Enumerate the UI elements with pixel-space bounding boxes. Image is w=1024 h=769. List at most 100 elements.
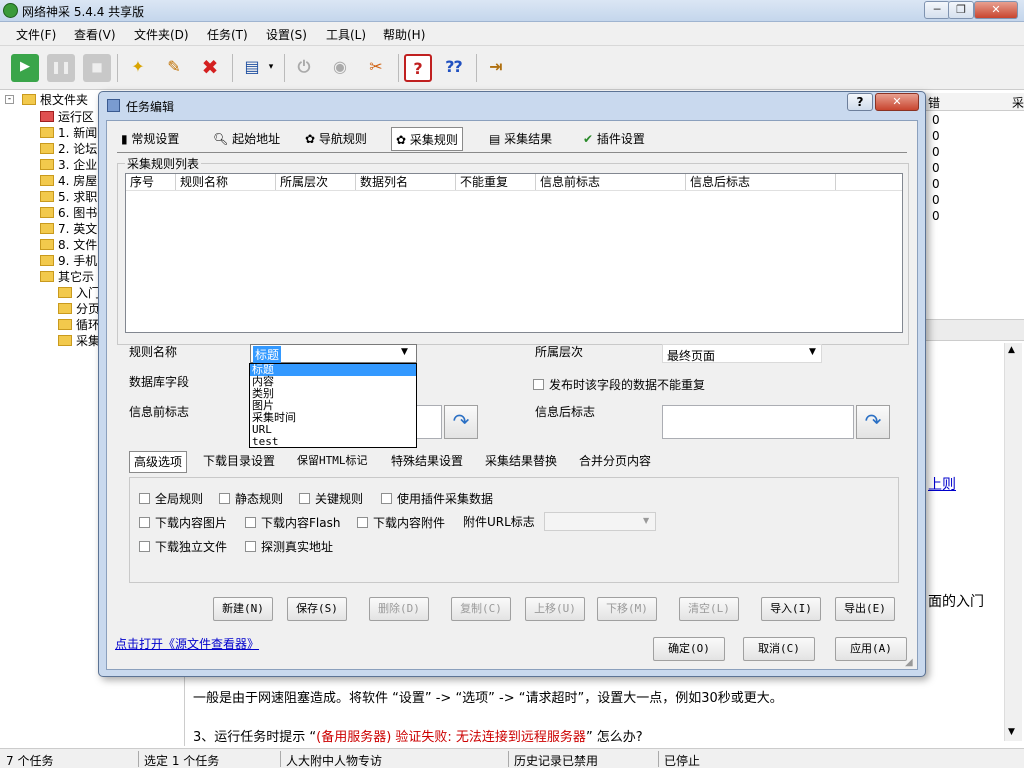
tab-navigation[interactable]: ✿ 导航规则 [305, 127, 367, 151]
copy-button[interactable]: 复制(C) [451, 597, 511, 621]
save-button[interactable]: 保存(S) [287, 597, 347, 621]
subtab-merge-pages[interactable]: 合并分页内容 [579, 451, 651, 473]
col-rule-name[interactable]: 规则名称 [176, 174, 276, 190]
minimize-button[interactable]: ─ [924, 1, 950, 19]
tree-root[interactable]: 根文件夹 [22, 92, 88, 108]
tree-item[interactable]: 5. 求职 [40, 189, 97, 205]
tree-item[interactable]: 8. 文件 [40, 237, 97, 253]
rule-name-combo[interactable]: 标题 ▼ [250, 344, 417, 363]
tree-item[interactable]: 3. 企业 [40, 157, 97, 173]
cancel-button[interactable]: 取消(C) [743, 637, 815, 661]
tree-item[interactable]: 6. 图书 [40, 205, 97, 221]
import-button[interactable]: 导入(I) [761, 597, 821, 621]
new-button[interactable]: 新建(N) [213, 597, 273, 621]
power-icon[interactable]: ⏻ [290, 54, 318, 82]
column-header-collect[interactable]: 采 [1012, 94, 1024, 111]
no-repeat-checkbox[interactable]: 发布时该字段的数据不能重复 [533, 376, 705, 393]
subtab-special-results[interactable]: 特殊结果设置 [391, 451, 463, 473]
move-up-button[interactable]: 上移(U) [525, 597, 585, 621]
move-down-button[interactable]: 下移(M) [597, 597, 657, 621]
ok-button[interactable]: 确定(O) [653, 637, 725, 661]
dialog-close-button[interactable]: ✕ [875, 93, 919, 111]
menu-task[interactable]: 任务(T) [207, 26, 248, 43]
tree-collapse-icon[interactable]: - [5, 95, 14, 104]
subtab-result-replace[interactable]: 采集结果替换 [485, 451, 557, 473]
subtab-advanced[interactable]: 高级选项 [129, 451, 188, 473]
help-link[interactable]: 上则 [928, 474, 956, 494]
export-button[interactable]: 导出(E) [835, 597, 895, 621]
suffix-insert-button[interactable]: ↷ [856, 405, 890, 439]
menu-file[interactable]: 文件(F) [16, 26, 56, 43]
rule-list-table[interactable]: 序号 规则名称 所属层次 数据列名 不能重复 信息前标志 信息后标志 [125, 173, 903, 333]
download-flash-checkbox[interactable]: 下载内容Flash [245, 514, 340, 531]
tree-item[interactable]: 9. 手机 [40, 253, 97, 269]
tab-general[interactable]: ▮ 常规设置 [121, 127, 179, 151]
chevron-down-icon[interactable]: ▼ [401, 347, 408, 357]
detect-real-url-checkbox[interactable]: 探测真实地址 [245, 538, 333, 555]
subtab-download-dir[interactable]: 下载目录设置 [203, 451, 275, 473]
save-icon[interactable]: ▤ [238, 54, 266, 82]
help-icon[interactable]: ? [404, 54, 432, 82]
suffix-input[interactable] [662, 405, 854, 439]
tree-subitem[interactable]: 循环 [58, 317, 100, 333]
clear-button[interactable]: 清空(L) [679, 597, 739, 621]
subtab-keep-html[interactable]: 保留HTML标记 [297, 451, 368, 473]
maximize-button[interactable]: ❐ [948, 1, 974, 19]
apply-button[interactable]: 应用(A) [835, 637, 907, 661]
col-level[interactable]: 所属层次 [276, 174, 356, 190]
tree-item-run[interactable]: 运行区 [40, 109, 94, 125]
menu-settings[interactable]: 设置(S) [266, 26, 307, 43]
monitor-icon[interactable]: ◉ [326, 54, 354, 82]
tab-collect-rules[interactable]: ✿ 采集规则 [391, 127, 463, 151]
delete-task-icon[interactable]: ✖ [196, 54, 224, 82]
col-suffix[interactable]: 信息后标志 [686, 174, 836, 190]
level-select[interactable]: 最终页面 ▼ [662, 344, 822, 363]
vertical-scrollbar[interactable] [1004, 343, 1022, 741]
tree-subitem[interactable]: 分页 [58, 301, 100, 317]
tree-subitem[interactable]: 入门 [58, 285, 100, 301]
plugin-collect-checkbox[interactable]: 使用插件采集数据 [381, 490, 493, 507]
download-attachments-checkbox[interactable]: 下载内容附件 [357, 514, 445, 531]
plugin-icon[interactable]: ✂ [362, 54, 390, 82]
dropdown-option[interactable]: 类别 [250, 388, 416, 400]
download-images-checkbox[interactable]: 下载内容图片 [139, 514, 227, 531]
save-dropdown-icon[interactable]: ▾ [264, 54, 278, 82]
column-header-errors[interactable]: 错 [928, 94, 940, 111]
tab-plugins[interactable]: ✔ 插件设置 [583, 127, 645, 151]
open-source-viewer-link[interactable]: 点击打开《源文件查看器》 [115, 635, 259, 652]
start-icon[interactable]: ▶ [11, 54, 39, 82]
tab-results[interactable]: ▤ 采集结果 [489, 127, 552, 151]
new-task-icon[interactable]: ✦ [124, 54, 152, 82]
stop-icon[interactable]: ■ [83, 54, 111, 82]
download-standalone-checkbox[interactable]: 下载独立文件 [139, 538, 227, 555]
scroll-up-icon[interactable]: ▲ [1008, 345, 1015, 355]
dialog-help-button[interactable]: ? [847, 93, 873, 111]
dropdown-option-selected[interactable]: 标题 [250, 364, 416, 376]
resize-grip-icon[interactable]: ◢ [905, 657, 913, 668]
col-no-repeat[interactable]: 不能重复 [456, 174, 536, 190]
close-window-button[interactable]: ✕ [974, 1, 1018, 19]
menu-view[interactable]: 查看(V) [74, 26, 116, 43]
tree-item[interactable]: 1. 新闻 [40, 125, 97, 141]
tree-item[interactable]: 2. 论坛 [40, 141, 97, 157]
menu-help[interactable]: 帮助(H) [383, 26, 425, 43]
scroll-down-icon[interactable]: ▼ [1008, 727, 1015, 737]
col-index[interactable]: 序号 [126, 174, 176, 190]
rule-name-dropdown-list[interactable]: 标题 内容 类别 图片 采集时间 URL test [249, 363, 417, 448]
chevron-down-icon[interactable]: ▼ [809, 347, 816, 357]
tree-subitem[interactable]: 采集 [58, 333, 100, 349]
dropdown-option[interactable]: 内容 [250, 376, 416, 388]
menu-folder[interactable]: 文件夹(D) [134, 26, 189, 43]
key-rule-checkbox[interactable]: 关键规则 [299, 490, 363, 507]
delete-button[interactable]: 删除(D) [369, 597, 429, 621]
col-data-column[interactable]: 数据列名 [356, 174, 456, 190]
menu-tools[interactable]: 工具(L) [326, 26, 366, 43]
global-rule-checkbox[interactable]: 全局规则 [139, 490, 203, 507]
static-rule-checkbox[interactable]: 静态规则 [219, 490, 283, 507]
dropdown-option[interactable]: 采集时间 [250, 412, 416, 424]
edit-task-icon[interactable]: ✎ [160, 54, 188, 82]
pause-icon[interactable]: ❚❚ [47, 54, 75, 82]
tree-item[interactable]: 7. 英文 [40, 221, 97, 237]
exit-icon[interactable]: ⇥ [482, 54, 510, 82]
tab-start-url[interactable]: 🔍︎ 起始地址 [213, 127, 280, 151]
